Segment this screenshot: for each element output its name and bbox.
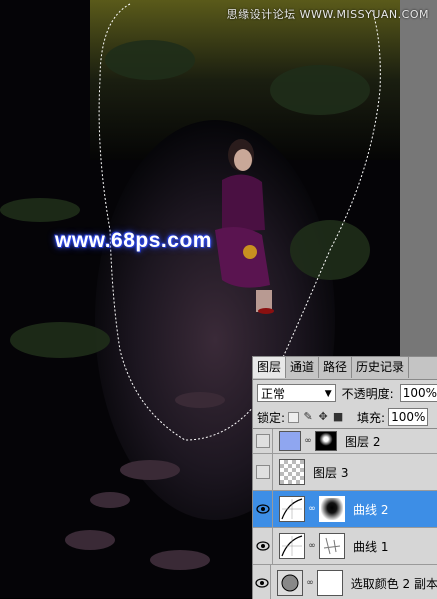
curves-adjustment-icon [279, 496, 305, 522]
layer-thumbnail [279, 431, 301, 451]
visibility-toggle[interactable] [253, 491, 273, 527]
lock-transparent-icon[interactable] [288, 411, 300, 423]
layer-name: 图层 2 [345, 434, 381, 449]
layer-row[interactable]: ∞ 图层 2 [253, 429, 437, 454]
layer-mask-thumbnail [319, 533, 345, 559]
opacity-input[interactable]: 100% [399, 384, 437, 402]
layer-row[interactable]: ∞ 选取颜色 2 副本 [253, 565, 437, 599]
visibility-toggle[interactable] [253, 454, 273, 490]
layer-name: 选取颜色 2 副本 [350, 576, 437, 591]
link-chain-icon: ∞ [304, 436, 312, 446]
visibility-empty-box [255, 465, 270, 479]
link-chain-icon: ∞ [308, 504, 316, 514]
eye-icon [255, 504, 270, 514]
visibility-toggle[interactable] [253, 565, 272, 599]
lock-move-icon[interactable]: ✥ [317, 411, 329, 423]
watermark-site: www.68ps.com [55, 229, 212, 252]
link-chain-icon: ∞ [306, 578, 314, 588]
fill-label: 填充: [357, 410, 386, 425]
lock-all-icon[interactable]: ■ [332, 411, 344, 423]
blend-mode-value: 正常 [261, 387, 286, 401]
layer-name: 图层 3 [313, 465, 349, 480]
tab-history[interactable]: 历史记录 [352, 357, 410, 378]
blend-opacity-row: 正常 ▼ 不透明度: 100% [253, 380, 437, 406]
visibility-toggle[interactable] [253, 528, 273, 564]
lock-fill-row: 锁定: ✎ ✥ ■ 填充: 100% [253, 406, 437, 429]
chevron-down-icon: ▼ [324, 389, 332, 399]
layer-row[interactable]: ∞ 曲线 1 [253, 528, 437, 565]
layer-name: 曲线 1 [353, 539, 389, 554]
watermark-top: 思缘设计论坛 WWW.MISSYUAN.COM [226, 8, 429, 21]
tab-paths[interactable]: 路径 [319, 357, 353, 378]
fill-input[interactable]: 100% [388, 408, 429, 426]
layer-row-selected[interactable]: ∞ 曲线 2 [253, 491, 437, 528]
visibility-empty-box [255, 434, 270, 448]
opacity-label: 不透明度: [341, 386, 394, 401]
curves-adjustment-icon [279, 533, 305, 559]
layers-panel: 图层 通道 路径 历史记录 正常 ▼ 不透明度: 100% 锁定: ✎ ✥ ■ … [252, 356, 437, 599]
selective-color-icon [277, 570, 304, 596]
lock-brush-icon[interactable]: ✎ [302, 411, 314, 423]
layer-mask-thumbnail [319, 496, 345, 522]
blend-mode-select[interactable]: 正常 ▼ [257, 384, 336, 402]
visibility-toggle[interactable] [253, 429, 273, 453]
eye-icon [255, 541, 270, 551]
layer-name: 曲线 2 [353, 502, 389, 517]
layer-thumbnail [279, 459, 305, 485]
link-chain-icon: ∞ [308, 541, 316, 551]
tab-layers[interactable]: 图层 [253, 357, 287, 378]
layer-mask-thumbnail [316, 570, 343, 596]
lock-label: 锁定: [257, 410, 286, 425]
tab-channels[interactable]: 通道 [286, 357, 320, 378]
eye-icon [255, 578, 269, 588]
panel-tabs: 图层 通道 路径 历史记录 [253, 357, 437, 380]
layer-mask-thumbnail [315, 431, 337, 451]
layer-row[interactable]: 图层 3 [253, 454, 437, 491]
